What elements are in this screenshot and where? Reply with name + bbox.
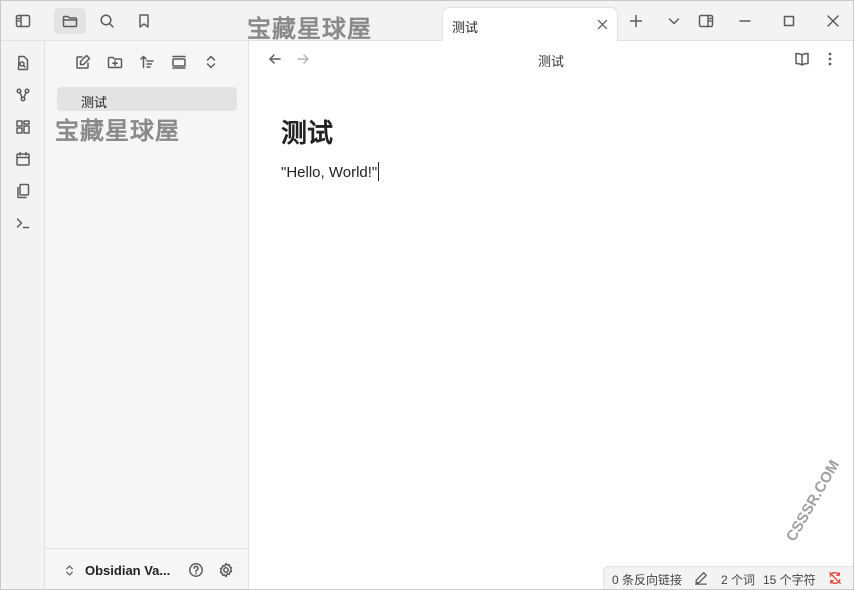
folder-icon[interactable] — [54, 8, 86, 34]
canvas-icon[interactable] — [11, 115, 35, 139]
title-bar: 宝藏星球屋 测试 — [1, 1, 853, 43]
watermark-text: 宝藏星球屋 — [247, 15, 372, 43]
editor-pane: 测试 测试 "Hello, World!" — [249, 41, 853, 589]
help-icon[interactable] — [184, 558, 208, 582]
new-note-icon[interactable] — [71, 50, 95, 74]
tab-label: 测试 — [452, 20, 479, 35]
backlinks-count[interactable]: 0 条反向链接 — [612, 571, 682, 588]
sync-status-icon[interactable] — [826, 569, 844, 587]
graph-icon[interactable] — [11, 83, 35, 107]
sidebar-toggle-icon[interactable] — [11, 11, 35, 31]
more-options-icon[interactable] — [818, 47, 842, 71]
note-body-text: "Hello, World!" — [281, 164, 378, 181]
char-count: 15 个字符 — [763, 573, 816, 587]
search-icon[interactable] — [95, 9, 119, 33]
calendar-icon[interactable] — [11, 147, 35, 171]
file-item-label: 测试 — [81, 95, 108, 110]
status-bar: 0 条反向链接 2 个词 15 个字符 — [603, 566, 853, 589]
note-heading[interactable]: 测试 — [281, 113, 333, 150]
text-cursor — [378, 162, 380, 181]
view-title: 测试 — [537, 54, 564, 69]
edit-icon[interactable] — [692, 569, 710, 587]
tab-note[interactable]: 测试 — [442, 7, 618, 42]
vault-switch-icon[interactable] — [59, 560, 79, 580]
right-sidebar-toggle-icon[interactable] — [694, 9, 718, 33]
expand-collapse-icon[interactable] — [199, 50, 223, 74]
new-folder-icon[interactable] — [103, 50, 127, 74]
app-window: 宝藏星球屋 测试 测试 宝藏星球屋 Obsidian Va... 测试 测试 "… — [0, 0, 854, 590]
word-count: 2 个词 — [721, 573, 756, 587]
maximize-icon[interactable] — [777, 9, 801, 33]
settings-icon[interactable] — [214, 558, 238, 582]
tab-list-chevron-icon[interactable] — [662, 9, 686, 33]
vault-bar: Obsidian Va... — [45, 548, 249, 589]
new-tab-icon[interactable] — [624, 9, 648, 33]
watermark-text-sidebar: 宝藏星球屋 — [55, 117, 180, 145]
sort-icon[interactable] — [135, 50, 159, 74]
note-body[interactable]: "Hello, World!" — [281, 162, 380, 181]
reading-view-icon[interactable] — [790, 47, 814, 71]
close-icon[interactable] — [821, 9, 845, 33]
quick-switcher-icon[interactable] — [11, 51, 35, 75]
file-explorer: 测试 宝藏星球屋 Obsidian Va... — [45, 41, 249, 589]
vault-name[interactable]: Obsidian Va... — [85, 563, 170, 578]
left-ribbon — [1, 41, 45, 589]
minimize-icon[interactable] — [733, 9, 757, 33]
templates-icon[interactable] — [11, 179, 35, 203]
bookmark-icon[interactable] — [132, 9, 156, 33]
terminal-icon[interactable] — [11, 211, 35, 235]
collapse-view-icon[interactable] — [167, 50, 191, 74]
file-item-test[interactable]: 测试 — [57, 87, 237, 111]
close-tab-icon[interactable] — [593, 15, 611, 33]
